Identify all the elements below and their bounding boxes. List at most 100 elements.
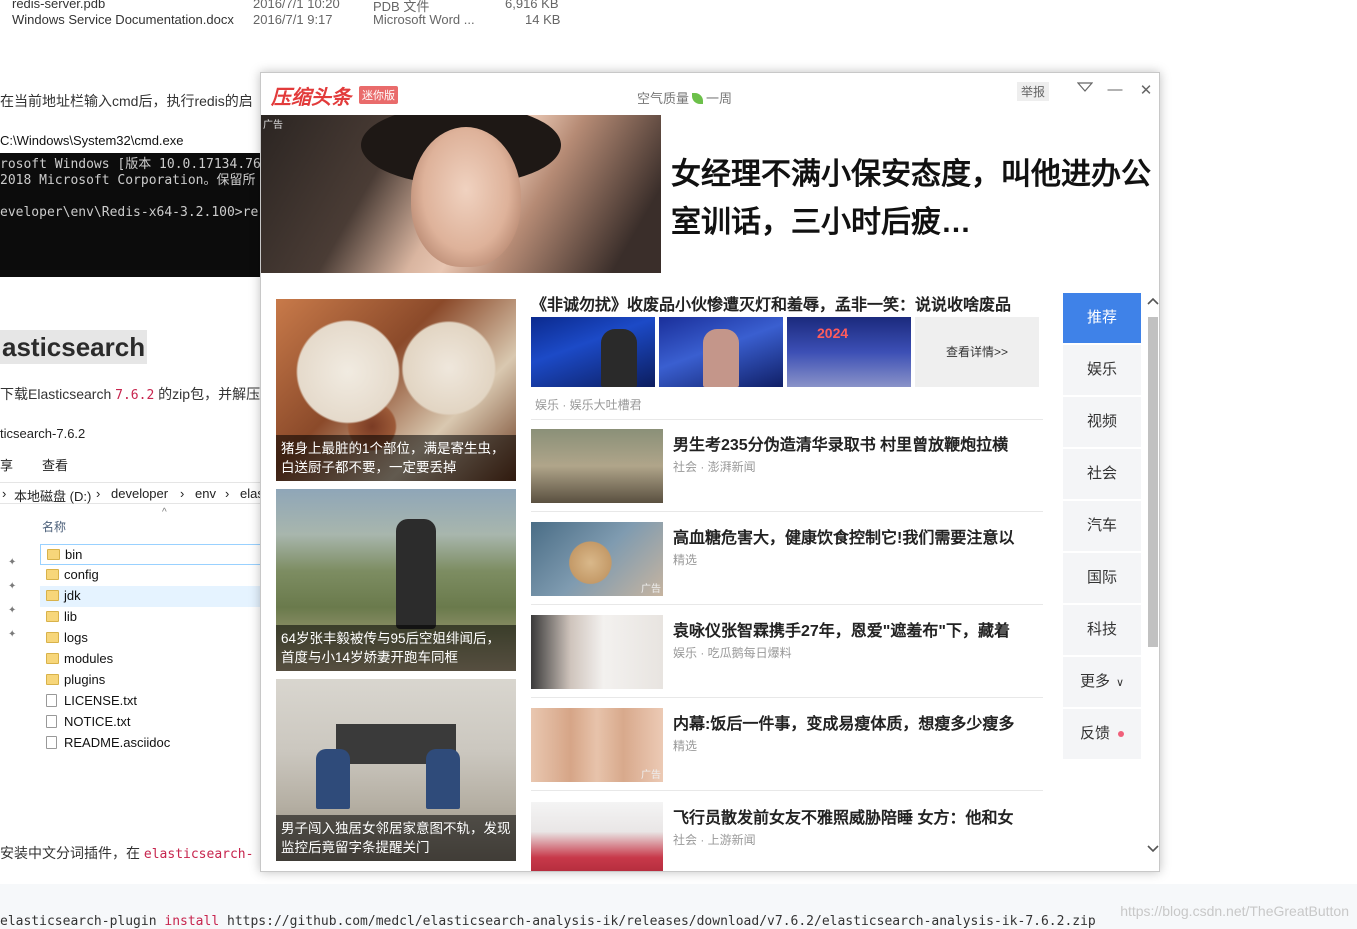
explorer-item-modules[interactable]: modules (40, 649, 262, 670)
csdn-watermark: https://blog.csdn.net/TheGreatButton (1120, 903, 1349, 919)
news-item[interactable]: 广告 内幕:饭后一件事，变成易瘦体质，想瘦多少瘦多 精选 (531, 708, 1043, 790)
news-item[interactable]: 袁咏仪张智霖携手27年，恩爱"遮羞布"下，藏着 娱乐 · 吃瓜鹅每日爆料 (531, 615, 1043, 697)
news-thumbnail[interactable] (531, 429, 663, 503)
console-line: 2018 Microsoft Corporation。保留所 (0, 173, 256, 188)
leaf-icon (692, 93, 704, 104)
nav-item-society[interactable]: 社会 (1063, 449, 1141, 499)
news-thumbnail[interactable]: 广告 (531, 522, 663, 596)
menu-dropdown-icon[interactable] (1075, 81, 1095, 98)
address-segment[interactable]: developer (111, 486, 168, 501)
feature-thumbnails: 2024 查看详情>> (531, 317, 1043, 387)
file-size: 14 KB (525, 12, 561, 27)
explorer-item-logs[interactable]: logs (40, 628, 262, 649)
folder-icon (47, 549, 60, 560)
scroll-up-arrow-icon[interactable] (1147, 295, 1159, 309)
nav-item-recommend[interactable]: 推荐 (1063, 293, 1141, 343)
download-text-prefix: 下载Elasticsearch (0, 386, 116, 402)
folder-icon (46, 653, 59, 664)
scrollbar-thumb[interactable] (1148, 317, 1158, 647)
feature-thumbnail[interactable] (659, 317, 783, 387)
nav-item-label: 反馈 (1079, 725, 1110, 742)
feature-title[interactable]: 《非诚勿扰》收废品小伙惨遭灭灯和羞辱，孟非一笑：说说收啥废品 (531, 291, 1011, 315)
image-card[interactable]: 猪身上最脏的1个部位，满是寄生虫，白送厨子都不要，一定要丢掉 (276, 299, 516, 481)
address-bar[interactable]: › 本地磁盘 (D:) › developer › env › elas (0, 482, 264, 505)
air-quality[interactable]: 空气质量 一周 (637, 88, 732, 107)
chevron-down-icon: ∨ (1115, 677, 1125, 689)
view-details-button[interactable]: 查看详情>> (915, 317, 1039, 387)
hero-title[interactable]: 女经理不满小保安态度，叫他进办公室训话，三小时后疲… (671, 151, 1151, 247)
news-thumbnail[interactable] (531, 802, 663, 871)
download-text: 下载Elasticsearch 7.6.2 的zip包，并解压 (0, 384, 260, 404)
image-card-caption: 64岁张丰毅被传与95后空姐绯闻后，首度与小14岁娇妻开跑车同框 (276, 625, 516, 671)
file-name: redis-server.pdb (12, 0, 106, 11)
address-segment[interactable]: env (195, 486, 216, 501)
news-title[interactable]: 男生考235分伪造清华录取书 村里曾放鞭炮拉横 (673, 431, 1043, 455)
item-name: NOTICE.txt (64, 714, 131, 729)
hero-article[interactable]: 广告 女经理不满小保安态度，叫他进办公室训话，三小时后疲… (261, 115, 1159, 273)
item-name: lib (64, 609, 78, 624)
scrollbar[interactable] (1145, 295, 1159, 865)
news-meta: 社会 · 澎湃新闻 (673, 460, 756, 474)
explorer-item-plugins[interactable]: plugins (40, 670, 262, 691)
news-meta: 精选 (673, 553, 698, 567)
nav-item-tech[interactable]: 科技 (1063, 605, 1141, 655)
popup-titlebar[interactable]: 压缩头条 迷你版 空气质量 一周 举报 — ✕ (261, 73, 1159, 115)
image-card[interactable]: 男子闯入独居女邻居家意图不轨，发现监控后竟留字条提醒关门 (276, 679, 516, 861)
item-name: LICENSE.txt (64, 693, 137, 708)
feature-thumbnail[interactable]: 2024 (787, 317, 911, 387)
explorer-item-config[interactable]: config (40, 565, 262, 586)
news-title[interactable]: 高血糖危害大，健康饮食控制它!我们需要注意以 (673, 524, 1043, 548)
nav-item-feedback[interactable]: 反馈 (1063, 709, 1141, 759)
pin-icon[interactable]: ✦ (8, 605, 16, 616)
news-thumbnail[interactable] (531, 615, 663, 689)
close-icon[interactable]: ✕ (1136, 81, 1156, 99)
column-header-name[interactable]: 名称 (42, 518, 66, 535)
pin-icon[interactable]: ✦ (8, 581, 16, 592)
nav-item-auto[interactable]: 汽车 (1063, 501, 1141, 551)
news-item[interactable]: 男生考235分伪造清华录取书 村里曾放鞭炮拉横 社会 · 澎湃新闻 (531, 429, 1043, 511)
explorer-item-license[interactable]: LICENSE.txt (40, 691, 262, 712)
item-name: config (64, 567, 99, 582)
news-thumbnail[interactable]: 广告 (531, 708, 663, 782)
hero-image-face (411, 127, 521, 267)
ribbon-view-tab[interactable]: 查看 (42, 455, 68, 474)
image-card[interactable]: 64岁张丰毅被传与95后空姐绯闻后，首度与小14岁娇妻开跑车同框 (276, 489, 516, 671)
nav-item-entertainment[interactable]: 娱乐 (1063, 345, 1141, 395)
file-explorer: ticsearch-7.6.2 享 查看 › 本地磁盘 (D:) › devel… (0, 425, 264, 825)
explorer-item-readme[interactable]: README.asciidoc (40, 733, 262, 754)
news-item[interactable]: 飞行员散发前女友不雅照威胁陪睡 女方：他和女 社会 · 上游新闻 (531, 802, 1043, 871)
nav-item-video[interactable]: 视频 (1063, 397, 1141, 447)
explorer-item-bin[interactable]: bin (40, 544, 262, 565)
address-segment[interactable]: 本地磁盘 (D:) (14, 486, 91, 505)
pin-icon[interactable]: ✦ (8, 557, 16, 568)
file-type: Microsoft Word ... (373, 12, 475, 27)
news-title[interactable]: 飞行员散发前女友不雅照威胁陪睡 女方：他和女 (673, 804, 1043, 828)
nav-item-international[interactable]: 国际 (1063, 553, 1141, 603)
address-sep-icon: › (2, 486, 7, 501)
explorer-item-lib[interactable]: lib (40, 607, 262, 628)
explorer-item-notice[interactable]: NOTICE.txt (40, 712, 262, 733)
item-name: plugins (64, 672, 106, 687)
feature-thumbnail[interactable] (531, 317, 655, 387)
text-file-icon (46, 694, 57, 707)
divider (531, 419, 1043, 420)
minimize-icon[interactable]: — (1105, 81, 1125, 98)
report-button[interactable]: 举报 (1017, 82, 1050, 101)
notification-dot-icon (1118, 731, 1124, 738)
ribbon-share-tab[interactable]: 享 (0, 455, 13, 474)
ad-label: 广告 (641, 584, 661, 595)
download-text-suffix: 的zip包，并解压 (154, 386, 261, 402)
text-file-icon (46, 736, 57, 749)
plugin-code-inline: elasticsearch- (143, 847, 254, 862)
item-name: bin (65, 547, 83, 562)
hero-image[interactable]: 广告 (261, 115, 661, 273)
scroll-down-arrow-icon[interactable] (1147, 843, 1159, 857)
news-item[interactable]: 广告 高血糖危害大，健康饮食控制它!我们需要注意以 精选 (531, 522, 1043, 604)
brand-logo: 压缩头条 (271, 85, 351, 109)
pin-icon[interactable]: ✦ (8, 629, 16, 640)
nav-item-more[interactable]: 更多 ∨ (1063, 657, 1141, 707)
explorer-item-jdk[interactable]: jdk (40, 586, 262, 607)
news-title[interactable]: 内幕:饭后一件事，变成易瘦体质，想瘦多少瘦多 (673, 710, 1043, 734)
news-title[interactable]: 袁咏仪张智霖携手27年，恩爱"遮羞布"下，藏着 (673, 617, 1043, 641)
